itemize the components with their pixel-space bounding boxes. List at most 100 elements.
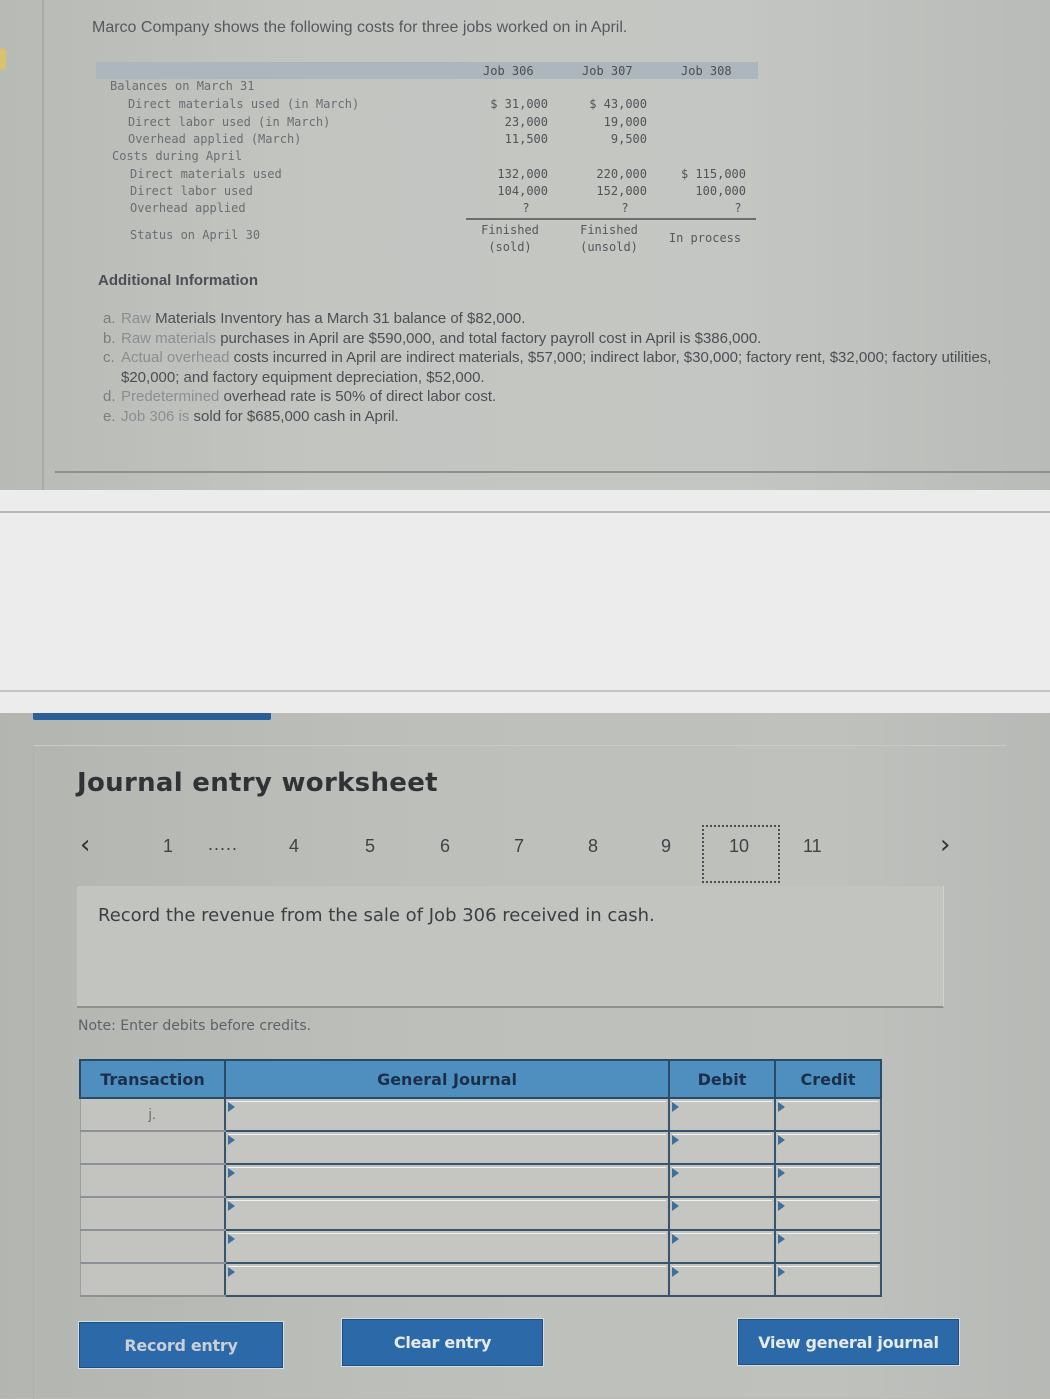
view-general-journal-button[interactable]: View general journal bbox=[738, 1319, 959, 1365]
chevron-left-icon[interactable]: ‹ bbox=[80, 830, 90, 860]
additional-information-list: a. Raw Materials Inventory has a March 31… bbox=[103, 309, 1043, 426]
instruction-box: Record the revenue from the sale of Job … bbox=[77, 886, 944, 1008]
item-prefix: Actual overhead bbox=[121, 349, 230, 366]
credit-input[interactable] bbox=[778, 1101, 878, 1128]
debit-input[interactable] bbox=[672, 1200, 772, 1227]
item-prefix: Job 306 is bbox=[121, 407, 190, 425]
row-label: Overhead applied bbox=[130, 201, 246, 215]
active-tab-indicator bbox=[33, 713, 271, 720]
table-row bbox=[79, 1263, 882, 1297]
page-7[interactable]: 7 bbox=[514, 836, 524, 857]
row-label: Direct labor used bbox=[130, 184, 253, 198]
account-input[interactable] bbox=[228, 1266, 666, 1293]
dropdown-flag-icon bbox=[672, 1168, 679, 1178]
info-item: b. Raw materials purchases in April are $… bbox=[103, 329, 1043, 349]
column-header-job-308: Job 308 bbox=[681, 64, 732, 78]
table-row: Balances on March 31 bbox=[96, 79, 761, 96]
record-entry-button[interactable]: Record entry bbox=[79, 1322, 283, 1368]
status-line: Finished bbox=[580, 223, 638, 237]
account-input[interactable] bbox=[228, 1101, 666, 1128]
row-label: Balances on March 31 bbox=[110, 79, 255, 93]
account-cell[interactable] bbox=[225, 1230, 670, 1264]
row-label: Costs during April bbox=[112, 149, 243, 163]
cell-value: 104,000 bbox=[497, 184, 548, 198]
credit-cell[interactable] bbox=[775, 1263, 882, 1297]
page-9[interactable]: 9 bbox=[661, 836, 671, 857]
credit-input[interactable] bbox=[778, 1134, 878, 1161]
credit-cell[interactable] bbox=[775, 1131, 882, 1165]
debit-cell[interactable] bbox=[669, 1197, 776, 1231]
account-cell[interactable] bbox=[225, 1164, 670, 1198]
column-header-job-306: Job 306 bbox=[483, 64, 534, 78]
credit-input[interactable] bbox=[778, 1167, 878, 1194]
status-job-306: Finished (sold) bbox=[474, 222, 546, 256]
credit-input[interactable] bbox=[778, 1233, 878, 1260]
page-11[interactable]: 11 bbox=[803, 836, 822, 857]
debit-input[interactable] bbox=[672, 1233, 772, 1260]
credit-cell[interactable] bbox=[775, 1230, 882, 1264]
cell-value: 9,500 bbox=[610, 132, 647, 146]
transaction-cell bbox=[79, 1131, 226, 1165]
dropdown-flag-icon bbox=[672, 1102, 679, 1112]
dropdown-flag-icon bbox=[228, 1267, 235, 1277]
debit-input[interactable] bbox=[672, 1101, 772, 1128]
table-row: Overhead applied (March) 11,500 9,500 bbox=[96, 132, 761, 149]
table-row: Overhead applied ? ? ? bbox=[96, 201, 761, 218]
account-cell[interactable] bbox=[225, 1131, 670, 1165]
account-cell[interactable] bbox=[225, 1098, 670, 1132]
debit-input[interactable] bbox=[672, 1134, 772, 1161]
page-1[interactable]: 1 bbox=[163, 836, 173, 857]
cell-value: 132,000 bbox=[497, 167, 548, 181]
debit-cell[interactable] bbox=[669, 1164, 776, 1198]
highlight-marker bbox=[0, 48, 6, 70]
entry-note: Note: Enter debits before credits. bbox=[78, 1018, 312, 1034]
credit-input[interactable] bbox=[778, 1266, 878, 1293]
page-8[interactable]: 8 bbox=[588, 836, 598, 857]
credit-input[interactable] bbox=[778, 1200, 878, 1227]
transaction-cell: j. bbox=[79, 1098, 226, 1132]
dropdown-flag-icon bbox=[228, 1135, 235, 1145]
item-text: costs incurred in April are indirect mat… bbox=[121, 349, 992, 386]
item-letter: d. bbox=[103, 388, 116, 405]
debit-input[interactable] bbox=[672, 1266, 772, 1293]
account-input[interactable] bbox=[228, 1134, 666, 1161]
chevron-right-icon[interactable]: › bbox=[940, 830, 950, 860]
row-label: Status on April 30 bbox=[130, 228, 261, 242]
account-input[interactable] bbox=[228, 1167, 666, 1194]
table-row: Costs during April bbox=[96, 149, 761, 166]
dropdown-flag-icon bbox=[672, 1234, 679, 1244]
account-cell[interactable] bbox=[225, 1263, 670, 1297]
cell-value: 100,000 bbox=[695, 184, 746, 198]
debit-cell[interactable] bbox=[669, 1131, 776, 1165]
debit-cell[interactable] bbox=[669, 1263, 776, 1297]
credit-cell[interactable] bbox=[775, 1197, 882, 1231]
dropdown-flag-icon bbox=[778, 1102, 785, 1112]
job-cost-table-header: Job 306 Job 307 Job 308 bbox=[96, 62, 758, 79]
status-line: Finished bbox=[481, 223, 539, 237]
transaction-cell bbox=[79, 1230, 226, 1264]
page-10-current[interactable]: 10 bbox=[729, 836, 749, 857]
account-input[interactable] bbox=[228, 1233, 666, 1260]
account-input[interactable] bbox=[228, 1200, 666, 1227]
credit-cell[interactable] bbox=[775, 1098, 882, 1132]
dropdown-flag-icon bbox=[778, 1234, 785, 1244]
instruction-text: Record the revenue from the sale of Job … bbox=[98, 905, 655, 926]
row-label: Direct materials used (in March) bbox=[128, 97, 360, 111]
account-cell[interactable] bbox=[225, 1197, 670, 1231]
item-text: purchases in April are $590,000, and tot… bbox=[216, 329, 762, 347]
clear-entry-button[interactable]: Clear entry bbox=[342, 1319, 543, 1366]
item-letter: c. bbox=[103, 349, 115, 366]
debit-input[interactable] bbox=[672, 1167, 772, 1194]
panel-bottom-rule bbox=[55, 471, 1050, 473]
debit-cell[interactable] bbox=[669, 1098, 776, 1132]
problem-intro: Marco Company shows the following costs … bbox=[92, 19, 628, 36]
item-letter: e. bbox=[103, 407, 116, 425]
page-4[interactable]: 4 bbox=[289, 836, 299, 857]
page-6[interactable]: 6 bbox=[440, 836, 450, 857]
page-5[interactable]: 5 bbox=[365, 836, 375, 857]
cell-value: $ 31,000 bbox=[490, 97, 548, 111]
credit-cell[interactable] bbox=[775, 1164, 882, 1198]
debit-cell[interactable] bbox=[669, 1230, 776, 1264]
item-text: overhead rate is 50% of direct labor cos… bbox=[219, 388, 497, 405]
cell-value: 220,000 bbox=[596, 167, 647, 181]
